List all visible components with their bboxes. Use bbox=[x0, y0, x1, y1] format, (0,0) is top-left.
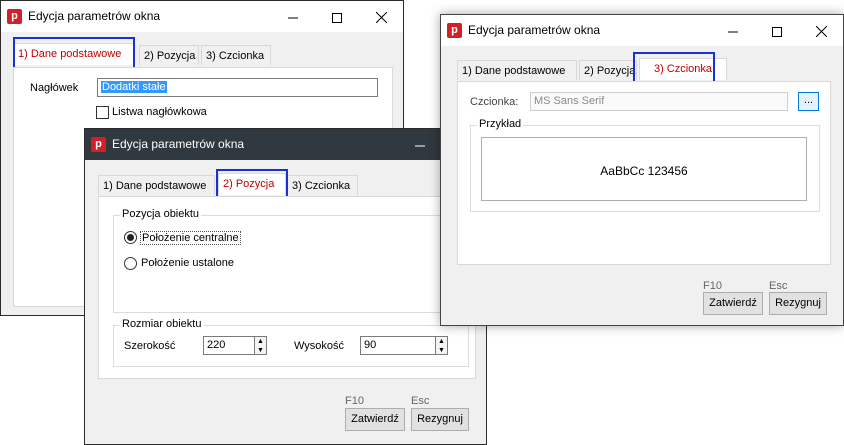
app-icon: p bbox=[447, 23, 462, 38]
naglowek-value: Dodatki stałe bbox=[101, 81, 167, 93]
tab-panel: Pozycja obiektu Położenie centralne Poło… bbox=[98, 196, 476, 379]
titlebar: p Edycja parametrów okna bbox=[441, 15, 843, 46]
rozmiar-group-title: Rozmiar obiektu bbox=[120, 318, 204, 330]
naglowek-field[interactable]: Dodatki stałe bbox=[97, 78, 378, 97]
przyklad-title: Przykład bbox=[477, 118, 524, 130]
szerokosc-stepper[interactable]: ▲ ▼ bbox=[255, 336, 267, 355]
minimize-icon bbox=[415, 145, 425, 147]
radio-polozenie-centralne-label: Położenie centralne bbox=[140, 231, 241, 245]
close-button[interactable] bbox=[398, 129, 442, 160]
titlebar: p Edycja parametrów okna bbox=[1, 1, 403, 32]
radio-polozenie-ustalone[interactable] bbox=[124, 257, 137, 270]
tab-dane-podstawowe[interactable]: 1) Dane podstawowe bbox=[98, 175, 215, 195]
maximize-button[interactable] bbox=[755, 15, 799, 46]
window-title: Edycja parametrów okna bbox=[468, 23, 601, 37]
rezygnuj-button[interactable]: Rezygnuj bbox=[411, 408, 469, 431]
listwa-checkbox[interactable] bbox=[96, 106, 109, 119]
wysokosc-field[interactable]: 90 bbox=[360, 336, 436, 355]
font-sample-box: AaBbCc 123456 bbox=[481, 137, 807, 201]
wysokosc-stepper[interactable]: ▲ ▼ bbox=[436, 336, 448, 355]
tab-czcionka[interactable]: 3) Czcionka bbox=[639, 58, 727, 80]
font-sample-text: AaBbCc 123456 bbox=[600, 164, 688, 178]
window-pozycja: p Edycja parametrów okna 1) Dane podstaw… bbox=[84, 128, 487, 445]
tab-pozycja[interactable]: 2) Pozycja bbox=[579, 60, 637, 80]
stepper-up-icon[interactable]: ▲ bbox=[436, 337, 447, 346]
rozmiar-group: Rozmiar obiektu Szerokość 220 ▲ ▼ Wysoko… bbox=[113, 318, 469, 367]
stepper-up-icon[interactable]: ▲ bbox=[255, 337, 266, 346]
maximize-icon bbox=[332, 12, 342, 23]
tab-czcionka[interactable]: 3) Czcionka bbox=[201, 45, 271, 65]
rezygnuj-button[interactable]: Rezygnuj bbox=[769, 292, 827, 315]
czcionka-field: MS Sans Serif bbox=[530, 92, 788, 111]
minimize-icon bbox=[728, 31, 738, 33]
esc-hint: Esc bbox=[769, 280, 788, 292]
close-button[interactable] bbox=[359, 1, 403, 32]
pozycja-group: Pozycja obiektu Położenie centralne Poło… bbox=[113, 208, 469, 313]
tab-czcionka[interactable]: 3) Czcionka bbox=[287, 175, 358, 195]
maximize-icon bbox=[772, 26, 782, 37]
naglowek-label: Nagłówek bbox=[30, 82, 79, 94]
czcionka-label: Czcionka: bbox=[470, 96, 519, 108]
radio-polozenie-ustalone-label: Położenie ustalone bbox=[141, 257, 234, 269]
minimize-icon bbox=[288, 17, 298, 19]
zatwierdz-button[interactable]: Zatwierdź bbox=[703, 292, 763, 315]
zatwierdz-button[interactable]: Zatwierdź bbox=[345, 408, 405, 431]
f10-hint: F10 bbox=[703, 280, 722, 292]
szerokosc-field[interactable]: 220 bbox=[203, 336, 255, 355]
titlebar: p Edycja parametrów okna bbox=[85, 129, 486, 160]
radio-polozenie-centralne[interactable] bbox=[124, 231, 137, 244]
stepper-down-icon[interactable]: ▼ bbox=[436, 346, 447, 355]
tab-dane-podstawowe[interactable]: 1) Dane podstawowe bbox=[457, 60, 577, 80]
tab-panel: Czcionka: MS Sans Serif ... Przykład AaB… bbox=[457, 81, 831, 265]
close-button[interactable] bbox=[799, 15, 843, 46]
szerokosc-label: Szerokość bbox=[124, 340, 176, 352]
app-icon: p bbox=[7, 9, 22, 24]
listwa-label: Listwa nagłówkowa bbox=[112, 106, 207, 118]
tab-dane-podstawowe[interactable]: 1) Dane podstawowe bbox=[13, 43, 134, 65]
tab-pozycja[interactable]: 2) Pozycja bbox=[218, 173, 286, 195]
esc-hint: Esc bbox=[411, 395, 430, 407]
stepper-down-icon[interactable]: ▼ bbox=[255, 346, 266, 355]
window-title: Edycja parametrów okna bbox=[28, 9, 161, 23]
f10-hint: F10 bbox=[345, 395, 364, 407]
window-title: Edycja parametrów okna bbox=[112, 137, 245, 151]
close-icon bbox=[815, 25, 827, 38]
wysokosc-label: Wysokość bbox=[294, 340, 345, 352]
app-icon: p bbox=[91, 137, 106, 152]
tab-pozycja[interactable]: 2) Pozycja bbox=[139, 45, 199, 65]
window-czcionka: p Edycja parametrów okna 1) Dane podstaw… bbox=[440, 14, 844, 326]
minimize-button[interactable] bbox=[271, 1, 315, 32]
minimize-button[interactable] bbox=[711, 15, 755, 46]
close-icon bbox=[375, 11, 387, 24]
maximize-button[interactable] bbox=[315, 1, 359, 32]
choose-font-button[interactable]: ... bbox=[798, 92, 819, 111]
pozycja-group-title: Pozycja obiektu bbox=[120, 208, 202, 220]
przyklad-group: Przykład AaBbCc 123456 bbox=[470, 118, 820, 212]
